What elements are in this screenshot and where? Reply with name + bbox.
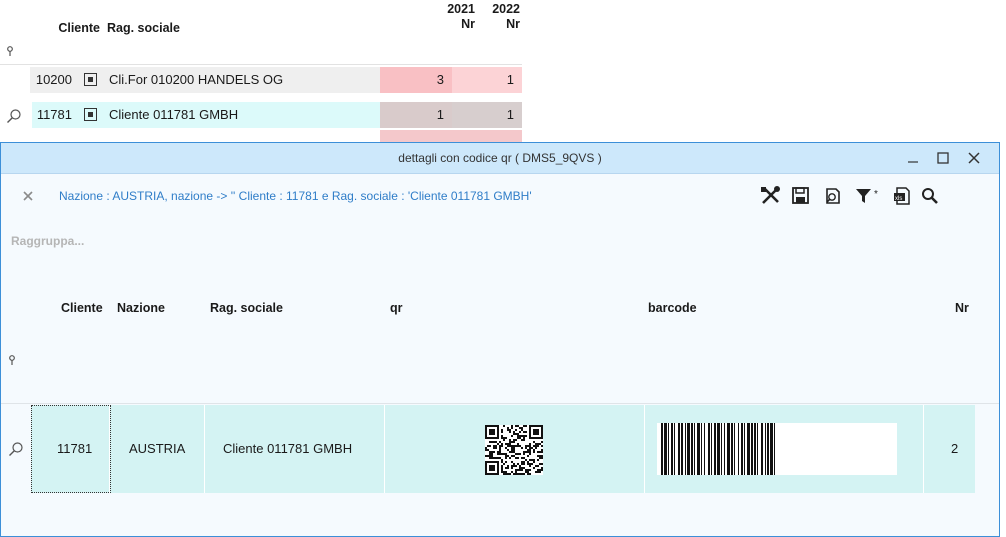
excel-export-button[interactable]: xls — [891, 185, 915, 207]
cell-2021[interactable]: 1 — [380, 102, 452, 128]
svg-text:xls: xls — [895, 196, 902, 202]
col-header-nazione[interactable]: Nazione — [117, 301, 165, 315]
minimize-icon — [908, 161, 918, 163]
dialog-title: dettagli con codice qr ( DMS5_9QVS ) — [398, 151, 602, 165]
filter-row[interactable] — [0, 38, 522, 65]
filter-info-text: Nazione : AUSTRIA, nazione -> '' Cliente… — [59, 189, 532, 203]
group-by-panel[interactable]: Raggruppa... — [11, 234, 84, 248]
table-row[interactable]: 10200 Cli.For 010200 HANDELS OG 3 1 — [0, 67, 522, 93]
cell-rag-sociale[interactable]: Cliente 011781 GMBH — [109, 102, 379, 128]
col-header-cliente[interactable]: Cliente — [38, 21, 100, 35]
cell-rag-sociale[interactable]: Cliente 011781 GMBH — [223, 405, 383, 493]
unit-label: Nr — [506, 17, 520, 31]
cell-cliente[interactable]: 11781 — [57, 405, 97, 493]
col-header-nr[interactable]: Nr — [955, 301, 969, 315]
tools-button[interactable] — [759, 185, 783, 207]
table-row[interactable]: 11781 AUSTRIA Cliente 011781 GMBH 2 — [1, 405, 999, 493]
filter-button[interactable]: * — [853, 185, 883, 207]
clear-filter-icon[interactable] — [22, 190, 34, 202]
filter-icon: * — [856, 189, 878, 203]
next-row-peek — [380, 130, 522, 142]
col-header-cliente[interactable]: Cliente — [61, 301, 103, 315]
refresh-icon — [826, 188, 840, 204]
cell-nazione[interactable]: AUSTRIA — [129, 405, 199, 493]
cell-2022[interactable]: 1 — [452, 102, 522, 128]
col-header-rag-sociale[interactable]: Rag. sociale — [107, 21, 180, 35]
background-grid: Cliente Rag. sociale 2021 Nr 2022 Nr 102… — [0, 0, 1006, 142]
row-header[interactable] — [0, 102, 28, 128]
svg-text:*: * — [874, 189, 878, 200]
close-button[interactable] — [954, 143, 994, 173]
table-row[interactable]: 11781 Cliente 011781 GMBH 1 1 — [0, 102, 522, 128]
document-icon[interactable] — [84, 108, 97, 121]
magnifier-icon — [7, 109, 21, 123]
search-button[interactable] — [919, 185, 943, 207]
close-icon — [968, 152, 980, 164]
col-header-qr[interactable]: qr — [390, 301, 403, 315]
col-header-barcode[interactable]: barcode — [648, 301, 697, 315]
cell-2021[interactable]: 3 — [380, 67, 452, 93]
refresh-button[interactable] — [821, 185, 845, 207]
details-dialog: dettagli con codice qr ( DMS5_9QVS ) Naz… — [0, 142, 1000, 537]
row-header[interactable] — [0, 67, 28, 93]
title-bar[interactable]: dettagli con codice qr ( DMS5_9QVS ) — [1, 143, 999, 174]
maximize-icon — [937, 152, 949, 164]
tools-icon — [761, 186, 780, 204]
col-header-rag-sociale[interactable]: Rag. sociale — [210, 301, 283, 315]
save-icon — [792, 187, 809, 204]
cell-rag-sociale[interactable]: Cli.For 010200 HANDELS OG — [109, 67, 379, 93]
pin-icon — [7, 46, 13, 56]
search-icon — [922, 188, 938, 204]
qr-code-image[interactable] — [485, 425, 543, 475]
row-header[interactable] — [1, 405, 31, 493]
pin-icon — [9, 355, 15, 365]
excel-export-icon: xls — [894, 187, 910, 205]
magnifier-icon — [9, 442, 23, 456]
col-header-2022[interactable]: 2022 Nr — [456, 2, 520, 32]
row-cells: 11781 Cliente 011781 GMBH 1 1 — [30, 102, 522, 128]
row-cells: 10200 Cli.For 010200 HANDELS OG 3 1 — [30, 67, 522, 93]
save-button[interactable] — [790, 185, 814, 207]
cell-cliente[interactable]: 10200 — [30, 67, 80, 93]
cell-cliente[interactable]: 11781 — [30, 102, 80, 128]
barcode-image[interactable] — [657, 423, 897, 475]
cell-2022[interactable]: 1 — [452, 67, 522, 93]
cell-nr[interactable]: 2 — [951, 405, 971, 493]
year-label: 2022 — [492, 2, 520, 16]
document-icon[interactable] — [84, 73, 97, 86]
filter-row[interactable] — [1, 323, 999, 404]
